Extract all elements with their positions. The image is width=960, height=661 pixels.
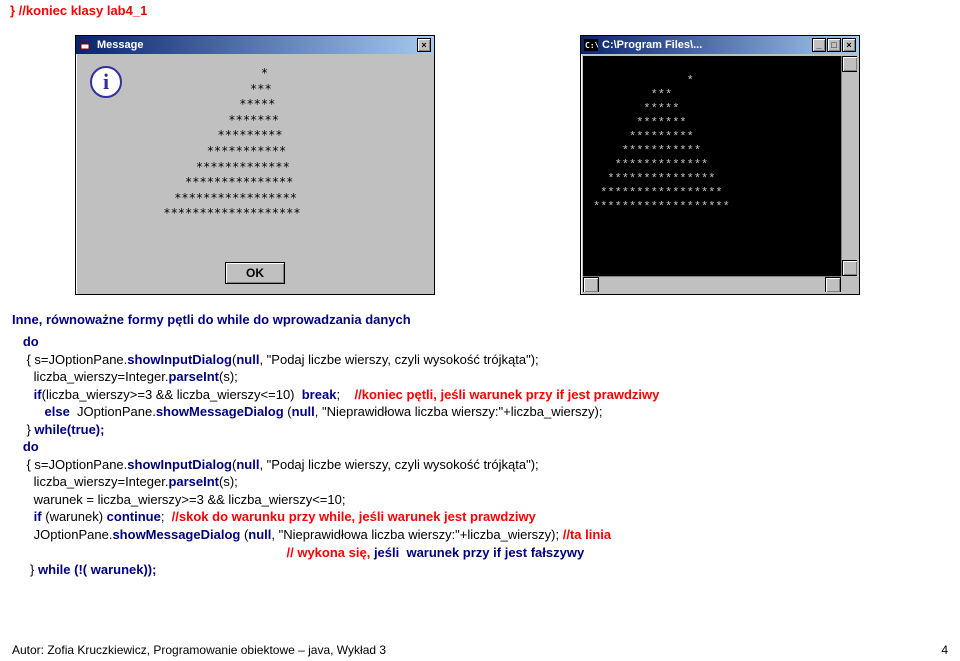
scrollbar-vertical[interactable]: ▴ ▾ <box>841 56 857 276</box>
svg-text:C:\: C:\ <box>585 41 598 50</box>
code-text: (warunek) <box>45 509 106 524</box>
scroll-left-icon[interactable]: ◂ <box>583 277 599 292</box>
cmd-body: * *** ***** ******* ********* **********… <box>583 56 857 292</box>
kw-null: null <box>292 404 315 419</box>
kw-continue: continue <box>107 509 161 524</box>
kw-while: while (!( warunek)); <box>38 562 156 577</box>
method-name: showMessageDialog <box>156 404 287 419</box>
close-icon[interactable]: × <box>417 38 431 52</box>
comment: //ta linia <box>563 527 611 542</box>
comment: //skok do warunku przy while, jeśli waru… <box>172 509 536 524</box>
code-text: (s); <box>219 369 238 384</box>
message-title-text: Message <box>97 39 143 51</box>
code-text: liczba_wierszy=Integer. <box>12 474 168 489</box>
code-text: { s=JOptionPane. <box>12 457 127 472</box>
comment: //koniec pętli, jeśli warunek przy if je… <box>355 387 660 402</box>
code-text: ; <box>161 509 172 524</box>
kw-break: break <box>302 387 337 402</box>
code-text: { s=JOptionPane. <box>12 352 127 367</box>
cmd-title-bar: C:\ C:\Program Files\... _ □ × <box>581 36 859 54</box>
cmd-icon: C:\ <box>584 39 598 51</box>
code-text: JOptionPane. <box>12 527 112 542</box>
code-block: do { s=JOptionPane.showInputDialog(null,… <box>12 333 948 579</box>
kw-if: if <box>12 509 45 524</box>
code-text: , "Nieprawidłowa liczba wierszy:"+liczba… <box>271 527 562 542</box>
message-title-bar: Message × <box>76 36 434 54</box>
info-icon: i <box>90 66 122 98</box>
scroll-up-icon[interactable]: ▴ <box>842 56 857 72</box>
code-text: , "Nieprawidłowa liczba wierszy:"+liczba… <box>315 404 603 419</box>
code-text: JOptionPane. <box>70 404 156 419</box>
maximize-icon[interactable]: □ <box>827 38 841 52</box>
method-name: parseInt <box>168 474 219 489</box>
java-cup-icon <box>79 38 93 52</box>
kw-do: do <box>12 334 39 349</box>
top-comment: } //koniec klasy lab4_1 <box>10 3 147 18</box>
method-name: showInputDialog <box>127 352 232 367</box>
message-window: Message × i * *** ***** ******* ********… <box>75 35 435 295</box>
cmd-stars: * *** ***** ******* ********* **********… <box>593 74 730 214</box>
comment-emph: jeśli warunek przy if jest fałszywy <box>374 545 584 560</box>
code-text: (liczba_wierszy>=3 && liczba_wierszy<=10… <box>42 387 302 402</box>
method-name: showMessageDialog <box>112 527 243 542</box>
method-name: parseInt <box>168 369 219 384</box>
comment: // wykona się, <box>12 545 374 560</box>
message-stars: * *** ***** ******* ********* **********… <box>132 66 332 222</box>
code-text: } <box>12 422 34 437</box>
kw-while: while(true); <box>34 422 104 437</box>
scroll-corner <box>841 276 857 292</box>
scroll-right-icon[interactable]: ▸ <box>825 277 841 292</box>
ok-button[interactable]: OK <box>225 262 285 284</box>
code-text: liczba_wierszy=Integer. <box>12 369 168 384</box>
kw-null: null <box>236 457 259 472</box>
close-icon[interactable]: × <box>842 38 856 52</box>
footer-author: Autor: Zofia Kruczkiewicz, Programowanie… <box>12 643 386 657</box>
minimize-icon[interactable]: _ <box>812 38 826 52</box>
kw-if: if <box>12 387 42 402</box>
kw-else: else <box>12 404 70 419</box>
cmd-title-text: C:\Program Files\... <box>602 39 702 51</box>
footer: Autor: Zofia Kruczkiewicz, Programowanie… <box>12 643 948 657</box>
code-text: warunek = liczba_wierszy>=3 && liczba_wi… <box>12 492 345 507</box>
footer-page: 4 <box>941 643 948 657</box>
code-text: (s); <box>219 474 238 489</box>
scrollbar-horizontal[interactable]: ◂ ▸ <box>583 276 841 292</box>
kw-do: do <box>12 439 39 454</box>
kw-null: null <box>236 352 259 367</box>
code-text: } <box>12 562 38 577</box>
code-text: , "Podaj liczbe wierszy, czyli wysokość … <box>259 457 538 472</box>
code-text: ; <box>336 387 354 402</box>
kw-null: null <box>248 527 271 542</box>
cmd-window: C:\ C:\Program Files\... _ □ × * *** ***… <box>580 35 860 295</box>
code-text: , "Podaj liczbe wierszy, czyli wysokość … <box>259 352 538 367</box>
scroll-down-icon[interactable]: ▾ <box>842 260 857 276</box>
method-name: showInputDialog <box>127 457 232 472</box>
section-heading: Inne, równoważne formy pętli do while do… <box>12 312 411 327</box>
